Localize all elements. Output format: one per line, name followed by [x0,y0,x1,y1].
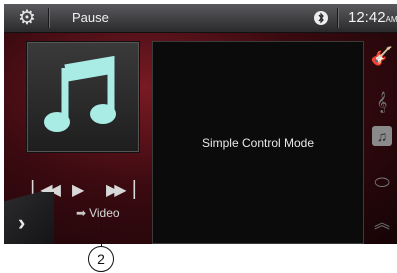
divider [48,8,49,28]
source-switch-button[interactable]: › [4,192,54,244]
chevron-right-icon: › [18,210,26,235]
simple-control-panel[interactable]: Simple Control Mode [152,41,364,244]
music-note-icon [44,55,116,132]
clock-time: 12:42 [348,9,386,26]
gear-icon[interactable]: ⚙ [16,7,38,29]
callout-line [101,218,102,246]
status-bar: ⚙ Pause 12:42AM [4,4,397,33]
album-art [26,41,140,153]
music-folder-icon[interactable]: ♫ [372,126,392,146]
head-unit-screen: ⚙ Pause 12:42AM ▏◀◀ ▶ ▶▶▕ › ➡ Video Simpl… [4,4,397,244]
callout-number: 2 [88,246,114,272]
play-icon[interactable]: ▶ [72,180,84,200]
treble-clef-icon[interactable]: 𝄞 [370,90,394,114]
right-sidebar: 🎸 𝄞 ♫ ⬭ ︽ [366,32,397,244]
clock: 12:42AM [348,9,397,26]
playback-status: Pause [72,10,109,25]
panel-caption: Simple Control Mode [201,136,315,150]
bluetooth-icon [314,11,328,25]
video-switch[interactable]: ➡ Video [76,206,120,220]
cylinder-icon[interactable]: ⬭ [370,170,394,194]
next-track-icon[interactable]: ▶▶▕ [106,180,135,200]
arrow-right-icon: ➡ [76,206,87,220]
chevron-double-up-icon[interactable]: ︽ [370,212,394,236]
divider [337,8,338,28]
guitar-icon[interactable]: 🎸 [370,44,394,68]
clock-ampm: AM [385,15,397,24]
video-label: Video [89,206,120,220]
